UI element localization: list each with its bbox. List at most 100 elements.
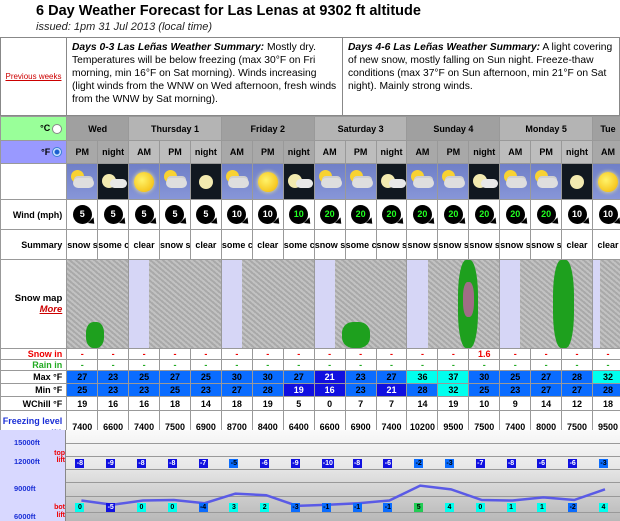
rain-in-cell: - xyxy=(468,359,501,371)
sea-area xyxy=(315,260,335,348)
wind-arrow-icon: 5 xyxy=(196,205,216,224)
snow-in-label: Snow in xyxy=(0,348,68,360)
max-temp-cell: 23 xyxy=(344,370,377,384)
previous-weeks-link[interactable]: Previous weeks xyxy=(5,72,61,81)
wind-cell: 5 xyxy=(159,199,191,230)
day-header: Thursday 1 xyxy=(128,116,222,141)
max-temp-cell: 30 xyxy=(220,370,253,384)
summary-cell: clear xyxy=(189,229,222,260)
cloud-sun-snow-icon xyxy=(67,164,97,199)
wind-arrow-icon: 20 xyxy=(443,205,463,224)
snow-map-cell[interactable] xyxy=(592,259,620,349)
fahrenheit-toggle[interactable]: °F xyxy=(0,140,68,164)
fahrenheit-radio[interactable] xyxy=(52,147,63,158)
wind-arrow-icon: 10 xyxy=(289,205,309,224)
snow-map-image[interactable] xyxy=(500,260,592,348)
rain-in-cell: - xyxy=(313,359,346,371)
top-lift-temp-badge: -7 xyxy=(475,459,485,468)
wind-arrow-icon: 20 xyxy=(505,205,525,224)
weather-icon-cell xyxy=(468,163,501,200)
snow-in-cell: - xyxy=(592,348,620,360)
weather-icon-cell xyxy=(530,163,563,200)
moon-icon xyxy=(191,164,221,199)
top-lift-temp-badge: -6 xyxy=(383,459,393,468)
wind-chill-label: WChill °F xyxy=(0,396,68,411)
snow-map-cell[interactable] xyxy=(66,259,130,349)
weather-icon-cell xyxy=(189,163,222,200)
max-temp-cell: 28 xyxy=(561,370,594,384)
sun-shape xyxy=(598,171,618,192)
rain-in-cell: - xyxy=(344,359,377,371)
snow-map-image[interactable] xyxy=(129,260,221,348)
min-temp-label: Min °F xyxy=(0,383,68,397)
cloud-sun-shape xyxy=(409,169,435,194)
weather-icon-cell xyxy=(313,163,346,200)
cloud-part xyxy=(110,178,128,188)
day-header: Tue xyxy=(592,116,620,141)
cloud-part xyxy=(227,177,249,188)
snow-map-cell[interactable] xyxy=(313,259,408,349)
snow-map-cell[interactable] xyxy=(406,259,501,349)
cloud-sun-snow-icon xyxy=(315,164,345,199)
bot-lift-temp-badge: 0 xyxy=(475,503,485,512)
celsius-radio[interactable] xyxy=(52,123,63,134)
snow-map-more-link[interactable]: More xyxy=(2,304,63,315)
axis-label-12000: 12000ft xyxy=(14,457,40,466)
period-header: night xyxy=(97,140,130,164)
snow-map-image[interactable] xyxy=(222,260,314,348)
period-header: PM xyxy=(159,140,191,164)
summary-days-0-3: Days 0-3 Las Leñas Weather Summary: Most… xyxy=(67,38,343,115)
min-temp-cell: 23 xyxy=(189,383,222,397)
sun-icon xyxy=(593,164,620,199)
snow-map-cell[interactable] xyxy=(220,259,315,349)
cloud-part xyxy=(444,177,466,188)
snow-in-cell: - xyxy=(220,348,253,360)
cloud-part xyxy=(481,178,499,188)
bot-lift-temp-badge: 0 xyxy=(167,503,177,512)
cloud-sun-shape xyxy=(348,169,374,194)
bot-lift-temp-badge: 1 xyxy=(537,503,547,512)
summary-cell: snow shwrs xyxy=(159,229,191,260)
period-header: PM xyxy=(251,140,284,164)
forecast-table: °C Wed Thursday 1 Friday 2 Saturday 3 Sunday … xyxy=(0,116,620,443)
snow-in-row: Snow in - - - - - - - - - - - - -1.6- - - - xyxy=(0,348,620,360)
snow-map-cell[interactable] xyxy=(499,259,594,349)
cloud-sun-snow-icon xyxy=(160,164,190,199)
snow-in-cell: - xyxy=(189,348,222,360)
snow-in-cell: - xyxy=(313,348,346,360)
sea-area xyxy=(129,260,150,348)
day-header: Friday 2 xyxy=(220,116,315,141)
rain-in-cell: - xyxy=(530,359,563,371)
wind-cell: 20 xyxy=(468,199,501,230)
min-temp-cell: 27 xyxy=(530,383,563,397)
snow-map-image[interactable] xyxy=(593,260,620,348)
previous-weeks-cell: Previous weeks xyxy=(1,38,67,115)
min-temp-cell: 25 xyxy=(159,383,191,397)
wind-arrow-icon: 20 xyxy=(320,205,340,224)
wind-cell: 10 xyxy=(282,199,315,230)
snow-in-cell: - xyxy=(375,348,408,360)
weather-icon-cell xyxy=(66,163,99,200)
weather-icon-cell xyxy=(159,163,191,200)
weather-icon-cell xyxy=(406,163,439,200)
max-temp-cell: 25 xyxy=(189,370,222,384)
snow-map-image[interactable] xyxy=(67,260,128,348)
celsius-label: °C xyxy=(40,123,51,134)
cloud-part xyxy=(320,177,342,188)
period-header-row: °F PM night AM PM night AM PM night AM PM night AM PM… xyxy=(0,140,620,164)
summary-days-4-6: Days 4-6 Las Leñas Weather Summary: A li… xyxy=(343,38,619,115)
cloud-sun-snow-icon xyxy=(531,164,561,199)
snow-map-cell[interactable] xyxy=(128,259,222,349)
cloud-part xyxy=(537,177,559,188)
min-temp-cell: 27 xyxy=(220,383,253,397)
snow-map-image[interactable] xyxy=(315,260,406,348)
rain-in-cell: - xyxy=(97,359,130,371)
snow-in-cell: - xyxy=(561,348,594,360)
wind-chill-cell: 0 xyxy=(313,396,346,411)
celsius-toggle[interactable]: °C xyxy=(0,116,68,141)
max-temp-cell: 25 xyxy=(499,370,532,384)
snow-area xyxy=(553,260,574,348)
cloud-sun-snow-icon xyxy=(438,164,468,199)
snow-map-image[interactable] xyxy=(407,260,499,348)
wind-cell: 20 xyxy=(406,199,439,230)
